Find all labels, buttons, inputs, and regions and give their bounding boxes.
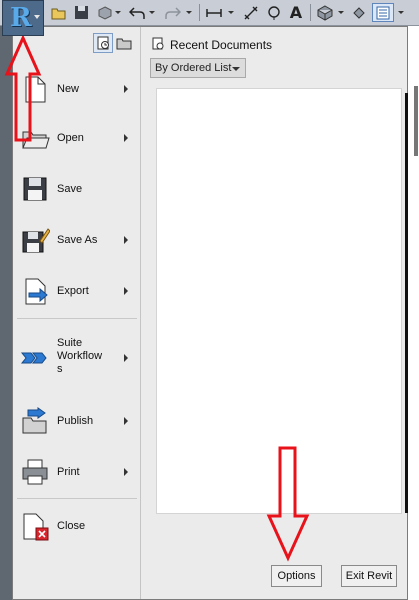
submenu-arrow-icon	[124, 85, 128, 93]
submenu-arrow-icon	[124, 468, 128, 476]
menu-item-label: Suite Workflow s	[57, 337, 103, 375]
submenu-arrow-icon	[124, 134, 128, 142]
menu-item-label: Close	[57, 519, 86, 532]
submenu-arrow-icon	[124, 417, 128, 425]
save-as-icon	[22, 228, 50, 253]
switch-windows-icon[interactable]	[372, 3, 394, 22]
menu-divider	[17, 318, 137, 319]
annotation-arrow-down	[266, 446, 310, 562]
measure-icon[interactable]	[204, 3, 224, 22]
recent-documents-title: Recent Documents	[170, 38, 273, 52]
menu-item-label: Save	[57, 182, 83, 195]
menu-item-label: Export	[57, 284, 89, 297]
menu-item-print[interactable]: Print	[13, 455, 140, 489]
menu-item-label: Save As	[57, 233, 98, 246]
aligned-dimension-icon[interactable]	[242, 3, 260, 22]
exit-revit-button[interactable]: Exit Revit	[341, 565, 397, 587]
undo-icon[interactable]	[128, 3, 146, 22]
text-icon[interactable]: A	[288, 3, 304, 22]
menu-item-save[interactable]: Save	[13, 172, 140, 206]
menu-item-save-as[interactable]: Save As	[13, 223, 140, 257]
publish-icon	[22, 407, 47, 434]
scrollbar[interactable]	[405, 93, 408, 513]
tag-icon[interactable]	[266, 3, 282, 22]
application-menu: New Open Save Save As Export Suite Workf…	[12, 26, 408, 600]
chevron-down-icon[interactable]	[398, 11, 404, 14]
menu-item-publish[interactable]: Publish	[13, 404, 140, 438]
chevron-down-icon	[34, 15, 40, 19]
order-dropdown-value: By Ordered List	[155, 62, 232, 74]
submenu-arrow-icon	[124, 287, 128, 295]
background-window-edge	[407, 26, 419, 600]
order-dropdown[interactable]: By Ordered List	[150, 58, 246, 78]
submenu-arrow-icon	[124, 236, 128, 244]
menu-item-label: Open	[57, 131, 84, 144]
floppy-disk-icon	[23, 177, 47, 201]
recent-documents-icon	[152, 37, 164, 50]
default-3d-view-icon[interactable]	[316, 3, 334, 22]
chevron-down-icon[interactable]	[115, 11, 121, 14]
suite-workflows-icon	[20, 352, 47, 364]
menu-item-export[interactable]: Export	[13, 274, 140, 308]
application-menu-button[interactable]: R	[2, 0, 44, 36]
revit-logo-icon: R	[10, 3, 32, 33]
submenu-arrow-icon	[124, 354, 128, 362]
recent-documents-icon[interactable]	[93, 33, 113, 53]
chevron-down-icon[interactable]	[149, 11, 155, 14]
scrollbar[interactable]	[414, 86, 418, 156]
chevron-down-icon[interactable]	[338, 11, 344, 14]
printer-icon	[22, 459, 48, 485]
sync-icon[interactable]	[96, 3, 114, 22]
menu-divider	[17, 498, 137, 499]
save-icon[interactable]	[72, 3, 90, 22]
chevron-down-icon	[232, 67, 240, 71]
close-document-icon	[23, 513, 49, 541]
export-icon	[25, 278, 48, 305]
options-button[interactable]: Options	[271, 565, 322, 587]
menu-item-label: Publish	[57, 414, 94, 427]
chevron-down-icon[interactable]	[186, 11, 192, 14]
menu-item-close[interactable]: Close	[13, 509, 140, 543]
chevron-down-icon[interactable]	[228, 11, 234, 14]
section-icon[interactable]	[352, 3, 366, 22]
menu-item-suite-workflows[interactable]: Suite Workflow s	[13, 335, 140, 381]
open-icon[interactable]	[50, 3, 68, 22]
annotation-arrow-up	[4, 36, 42, 142]
menu-item-label: Print	[57, 465, 80, 478]
redo-icon[interactable]	[164, 3, 182, 22]
quick-access-toolbar: A	[0, 0, 419, 26]
menu-item-label: New	[57, 82, 80, 95]
open-documents-icon[interactable]	[114, 33, 134, 53]
